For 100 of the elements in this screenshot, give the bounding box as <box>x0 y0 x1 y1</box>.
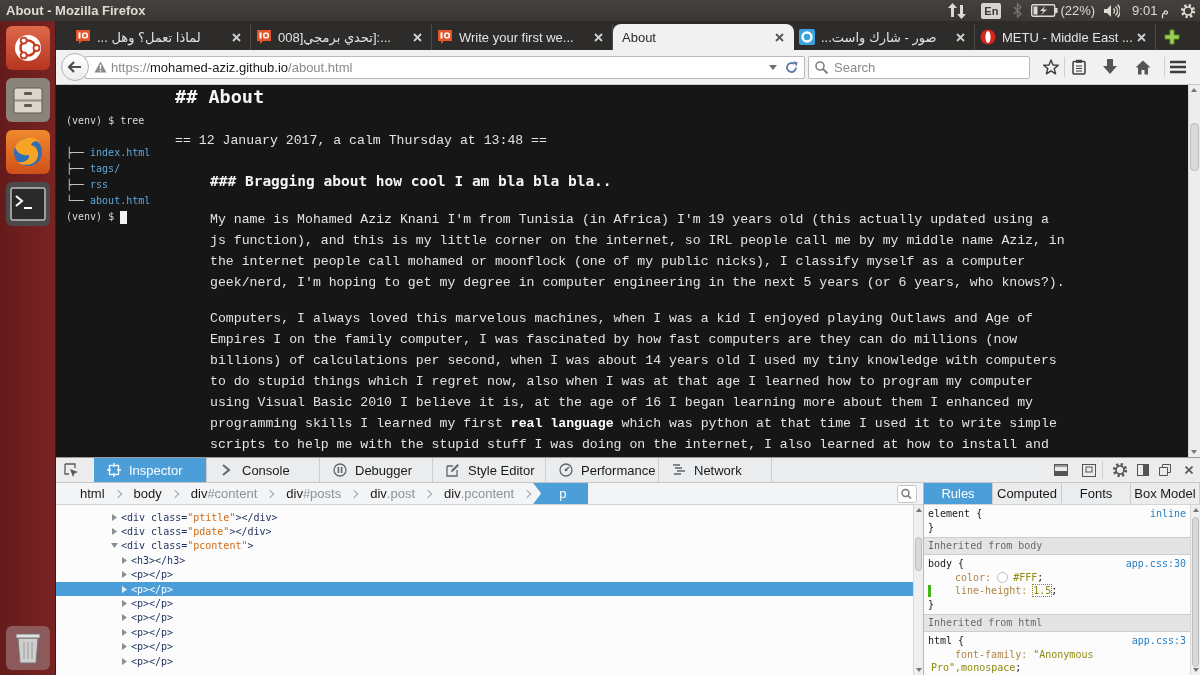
file-link[interactable]: tags/ <box>90 161 121 177</box>
markup-node[interactable]: <p></p> <box>56 653 913 669</box>
markup-node[interactable]: <p></p> <box>56 610 913 626</box>
sidebar-tab[interactable]: Box Model <box>1131 483 1200 504</box>
page-scrollbar[interactable] <box>1188 85 1200 457</box>
disclosure-triangle-icon[interactable] <box>121 657 128 665</box>
home-icon[interactable] <box>1135 59 1151 75</box>
terminal-icon[interactable] <box>3 181 52 227</box>
color-swatch-icon[interactable] <box>997 571 1009 583</box>
breadcrumb[interactable]: div.post <box>360 483 425 504</box>
star-icon[interactable] <box>1043 59 1059 75</box>
battery-percentage: (22%) <box>1060 3 1096 18</box>
markup-node[interactable]: <div class="pcontent"> <box>56 538 913 554</box>
markup-scrollbar[interactable] <box>913 505 923 675</box>
panel-icon[interactable] <box>1054 464 1068 476</box>
close-icon[interactable] <box>775 32 784 42</box>
breadcrumb[interactable]: div.pcontent <box>434 483 525 504</box>
settings-icon[interactable] <box>1112 462 1128 478</box>
nested-square-icon[interactable] <box>1082 463 1096 477</box>
reload-icon[interactable] <box>785 60 798 74</box>
drawer-icon[interactable] <box>3 77 52 123</box>
battery-icon[interactable] <box>1031 4 1059 17</box>
tree-branch: ├── <box>66 177 85 193</box>
inherited-header: Inherited from html <box>924 614 1190 632</box>
disclosure-triangle-icon[interactable] <box>121 571 128 579</box>
markup-node[interactable]: <p></p> <box>56 639 913 654</box>
clipboard-icon[interactable] <box>1072 59 1086 75</box>
stylesheet-link[interactable]: app.css:30 <box>1125 557 1186 571</box>
terminal-prompt: (venv) $ <box>66 210 115 224</box>
breadcrumb[interactable]: body <box>123 483 172 504</box>
bars-icon <box>672 463 686 477</box>
file-link[interactable]: about.html <box>90 193 151 209</box>
devtools-tab[interactable]: Debugger <box>320 458 433 482</box>
menu-icon[interactable] <box>1170 60 1186 74</box>
download-arrow-icon[interactable] <box>1103 59 1117 75</box>
devtools-tab[interactable]: Network <box>659 458 772 482</box>
file-link[interactable]: rss <box>90 177 109 193</box>
logo-icon[interactable] <box>3 25 52 71</box>
overlapping-squares-icon[interactable] <box>1159 464 1171 476</box>
stylesheet-link[interactable]: inline <box>1149 507 1186 521</box>
browser-tab[interactable]: About <box>613 24 794 50</box>
closing-brace: } <box>928 597 935 611</box>
devtools-tab[interactable]: Console <box>207 458 320 482</box>
markup-node[interactable]: <h3></h3> <box>56 553 913 568</box>
markup-node[interactable]: <p></p> <box>56 596 913 611</box>
markup-node[interactable]: <p></p> <box>56 625 913 640</box>
paragraph: My name is Mohamed Aziz Knani I'm from Tunisia (in Africa) I'm 19 years old (this actually updated using a js function), and this is my little corner on the internet, so IRL people call me by my middle name Aziz, in the internet people call mohamed or moonflock (one of my public nicks), I classify myself as a computer geek/nerd, I'm hoping to get my degree in computer engineering in the next 5 years (or 6 years, who knows?). <box>210 210 1066 292</box>
disclosure-triangle-icon[interactable] <box>111 513 118 521</box>
css-declaration[interactable]: line-height: 1.5; <box>928 584 1058 598</box>
speech-bubble-icon <box>437 29 453 45</box>
disclosure-triangle-icon[interactable] <box>121 643 128 651</box>
window-title: About - Mozilla Firefox <box>6 3 147 18</box>
rules-scrollbar[interactable] <box>1190 505 1200 675</box>
plus-icon[interactable] <box>1164 29 1180 45</box>
css-selector: element { <box>928 507 983 521</box>
breadcrumb[interactable]: div#content <box>180 483 268 504</box>
speech-bubble-icon <box>75 29 91 45</box>
disclosure-triangle-icon[interactable] <box>121 614 128 622</box>
sidebar-tab[interactable]: Fonts <box>1062 483 1131 504</box>
cursor-in-box-icon[interactable] <box>64 462 79 478</box>
warning-icon[interactable] <box>94 61 107 73</box>
disclosure-triangle-icon[interactable] <box>121 585 128 593</box>
devtools-tab[interactable]: Style Editor <box>433 458 546 482</box>
css-selector: body { <box>928 557 965 571</box>
breadcrumb[interactable]: html <box>70 483 115 504</box>
stylesheet-link[interactable]: app.css:3 <box>1131 634 1186 648</box>
css-declaration[interactable]: color: #FFF; <box>928 570 1044 584</box>
disclosure-triangle-icon[interactable] <box>121 628 128 636</box>
transfer-arrows-icon[interactable] <box>948 2 967 19</box>
bluetooth-icon[interactable] <box>1013 3 1023 18</box>
markup-node[interactable]: <p></p> <box>56 567 913 582</box>
speaker-icon[interactable] <box>1104 3 1121 18</box>
split-square-icon[interactable] <box>1137 464 1149 476</box>
globe-icon[interactable] <box>3 129 52 175</box>
keyboard-layout-indicator[interactable]: En <box>981 2 1002 19</box>
disclosure-triangle-icon[interactable] <box>121 556 128 564</box>
search-icon <box>815 60 828 74</box>
breadcrumb[interactable]: div#posts <box>276 483 352 504</box>
devtools-tab[interactable]: Performance <box>546 458 659 482</box>
markup-node[interactable]: <div class="pdate"></div> <box>56 524 913 539</box>
post-title: ### Bragging about how cool I am bla bla bla.. <box>210 171 613 191</box>
disclosure-triangle-icon[interactable] <box>121 600 128 608</box>
sidebar-tab[interactable]: Computed <box>993 483 1062 504</box>
css-declaration[interactable]: font-family: "Anonymous Pro",monospace; <box>928 647 1159 675</box>
cursor-icon <box>120 210 128 224</box>
file-link[interactable]: index.html <box>90 145 151 161</box>
back-button[interactable] <box>61 53 89 81</box>
gear-icon[interactable] <box>1180 2 1196 19</box>
tree-branch: └── <box>66 193 85 208</box>
caret-icon[interactable] <box>769 64 777 70</box>
url-field[interactable]: https://mohamed-aziz.github.io/about.html <box>85 55 805 79</box>
pause-circle-icon <box>333 463 347 477</box>
search-field[interactable]: Search <box>808 55 1030 79</box>
markup-node[interactable]: <div class="ptitle"></div> <box>56 510 913 525</box>
close-icon[interactable] <box>1185 466 1193 474</box>
disclosure-triangle-icon[interactable] <box>111 528 118 536</box>
disclosure-triangle-icon[interactable] <box>111 542 118 550</box>
search-icon[interactable] <box>897 484 917 503</box>
trash-icon[interactable] <box>3 625 52 671</box>
clock[interactable]: 9:01 م <box>1132 3 1169 18</box>
